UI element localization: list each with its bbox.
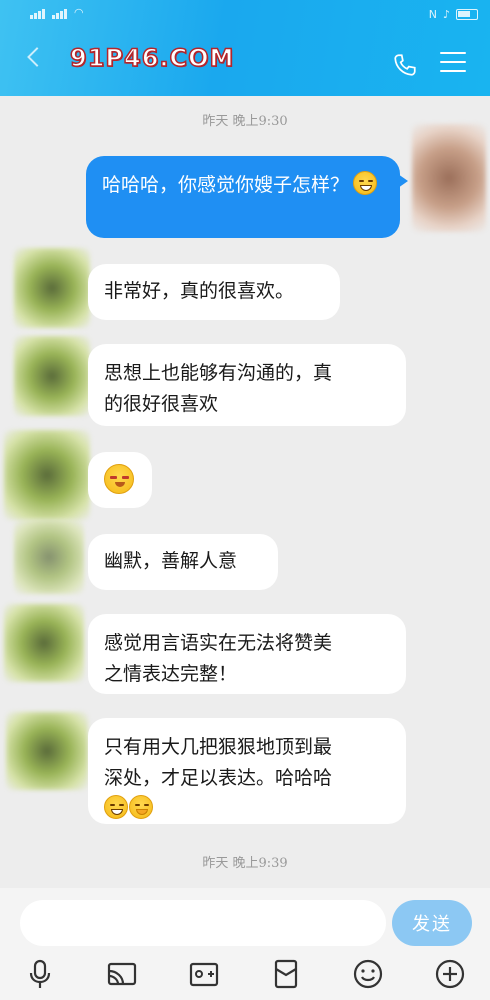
message-text-line: 深处，才足以表达。哈哈哈 (104, 767, 333, 789)
avatar[interactable] (4, 604, 84, 682)
plus-circle-icon[interactable] (434, 958, 466, 990)
cast-screen-icon[interactable] (106, 958, 138, 990)
hand-over-mouth-face-icon (129, 795, 153, 819)
back-icon[interactable] (27, 47, 47, 67)
message-text-line: 感觉用言语实在无法将赞美 (104, 632, 333, 654)
menu-icon[interactable] (440, 52, 466, 74)
message-text: 哈哈哈，你感觉你嫂子怎样？ (102, 174, 350, 196)
message-bubble-incoming[interactable]: 感觉用言语实在无法将赞美 之情表达完整！ (88, 614, 406, 694)
message-bubble-incoming[interactable] (88, 452, 152, 508)
avatar[interactable] (14, 520, 84, 594)
avatar[interactable] (412, 124, 486, 232)
chat-timestamp: 昨天 晚上9:39 (202, 856, 288, 871)
message-bubble-incoming[interactable]: 非常好，真的很喜欢。 (88, 264, 340, 320)
red-envelope-icon[interactable] (270, 958, 302, 990)
microphone-icon[interactable] (24, 958, 56, 990)
avatar[interactable] (14, 336, 90, 416)
message-text-line: 之情表达完整！ (104, 663, 238, 685)
chat-header: ◠ N ♪ 91P46.COM (0, 0, 490, 96)
silent-icon: ♪ (442, 8, 450, 21)
message-bubble-outgoing[interactable]: 哈哈哈，你感觉你嫂子怎样？ (86, 156, 408, 238)
message-bubble-incoming[interactable]: 幽默，善解人意 (88, 534, 278, 590)
phone-icon[interactable] (392, 52, 418, 78)
blushing-face-icon (104, 464, 134, 494)
message-text-line: 思想上也能够有沟通的，真 (104, 362, 333, 384)
wifi-icon: ◠ (74, 6, 84, 19)
message-input[interactable] (20, 900, 386, 946)
avatar[interactable] (14, 248, 90, 328)
message-text-line: 的很好很喜欢 (104, 393, 219, 415)
watermark-text: 91P46.COM (69, 43, 235, 73)
message-text: 非常好，真的很喜欢。 (104, 280, 295, 302)
add-photo-icon[interactable] (188, 958, 220, 990)
signal-icon (52, 6, 68, 19)
status-bar: ◠ N ♪ (0, 0, 490, 30)
battery-icon (456, 9, 478, 20)
avatar[interactable] (6, 712, 88, 790)
message-text-line: 只有用大几把狠狠地顶到最 (104, 736, 333, 758)
message-text: 幽默，善解人意 (104, 550, 238, 572)
message-bubble-incoming[interactable]: 只有用大几把狠狠地顶到最 深处，才足以表达。哈哈哈 (88, 718, 406, 824)
signal-icon (30, 6, 46, 19)
signal-indicators: ◠ (30, 6, 84, 19)
avatar[interactable] (4, 430, 90, 520)
status-right: N ♪ (429, 8, 478, 21)
message-bubble-incoming[interactable]: 思想上也能够有沟通的，真 的很好很喜欢 (88, 344, 406, 426)
send-button[interactable]: 发送 (392, 900, 472, 946)
grinning-face-icon (353, 171, 378, 195)
emoji-face-icon[interactable] (352, 958, 384, 990)
nfc-icon: N (428, 8, 437, 21)
composer-bar: 发送 (0, 888, 490, 1000)
grinning-face-icon (104, 795, 128, 819)
